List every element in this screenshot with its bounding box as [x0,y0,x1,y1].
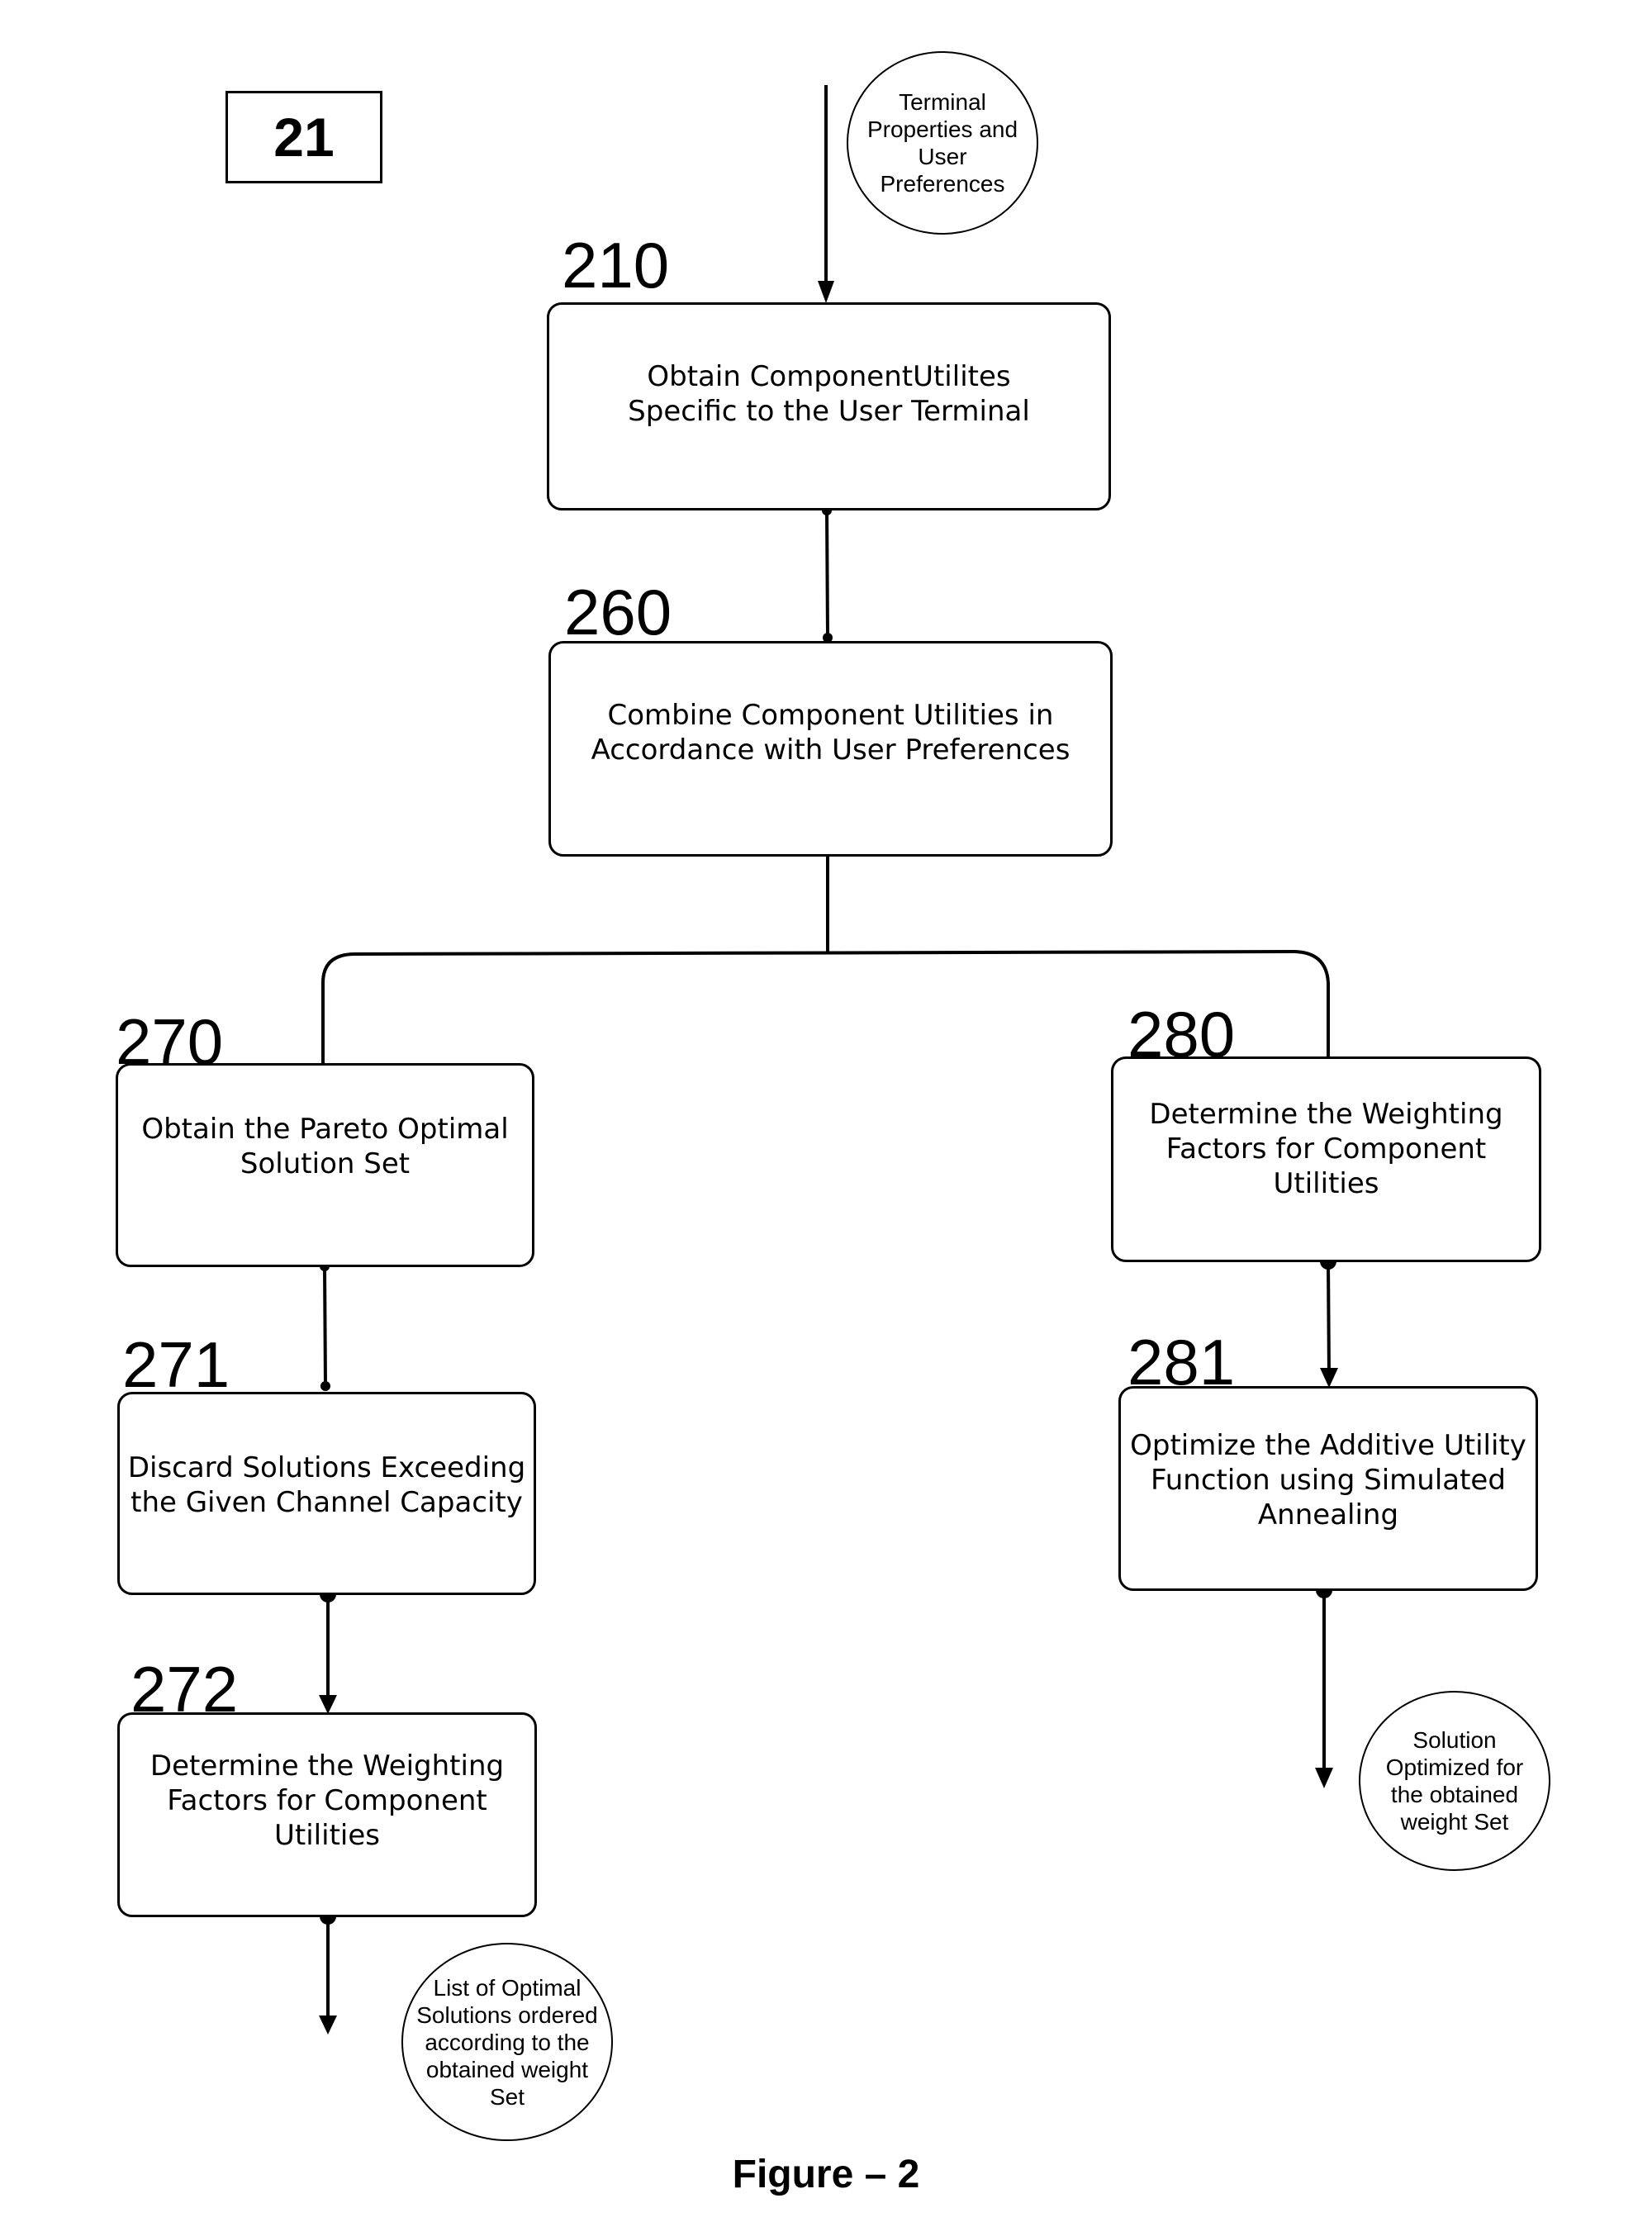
step-box-272: Determine the Weighting Factors for Comp… [117,1712,537,1917]
output-right-optimized-solution: Solution Optimized for the obtained weig… [1359,1691,1550,1871]
step-number-271: 271 [122,1328,230,1401]
arrowhead-280-to-281 [1320,1368,1338,1388]
step-text-280: Determine the Weighting Factors for Comp… [1149,1098,1503,1200]
step-text-272: Determine the Weighting Factors for Comp… [150,1749,505,1852]
arrowhead-281-to-output [1315,1768,1333,1788]
output-left-text: List of Optimal Solutions ordered accord… [416,1974,598,2110]
input-terminal-properties: Terminal Properties and User Preferences [847,51,1038,235]
step-box-260: Combine Component Utilities in Accordanc… [548,641,1113,857]
arrowhead-input-to-210 [818,281,834,303]
step-text-281: Optimize the Additive Utility Function u… [1130,1429,1526,1531]
step-text-210: Obtain ComponentUtilites Specific to the… [628,360,1030,428]
figure-id-label: 21 [225,91,382,183]
input-terminal-properties-text: Terminal Properties and User Preferences [866,89,1018,197]
step-number-210: 210 [562,229,670,301]
step-box-270: Obtain the Pareto Optimal Solution Set [116,1063,534,1267]
arrow-210-to-260 [825,510,829,637]
step-number-260: 260 [564,576,672,648]
step-number-281: 281 [1127,1326,1236,1398]
figure-caption: Figure – 2 [732,2153,920,2196]
junction-dot-271 [320,1381,330,1391]
arrowhead-272-to-output [319,2015,337,2034]
arrow-280-to-281 [1327,1261,1331,1376]
output-right-text: Solution Optimized for the obtained weig… [1385,1727,1524,1835]
step-text-271: Discard Solutions Exceeding the Given Ch… [127,1451,526,1519]
output-left-optimal-list: List of Optimal Solutions ordered accord… [401,1943,613,2141]
step-text-260: Combine Component Utilities in Accordanc… [591,698,1070,767]
flowchart: 21 Terminal Properties and User Preferen… [0,0,1652,2222]
step-box-281: Optimize the Additive Utility Function u… [1118,1386,1538,1591]
step-text-270: Obtain the Pareto Optimal Solution Set [141,1113,509,1180]
arrowhead-271-to-272 [319,1695,337,1714]
step-box-280: Determine the Weighting Factors for Comp… [1111,1056,1541,1262]
step-box-210: Obtain ComponentUtilites Specific to the… [547,302,1111,510]
step-box-271: Discard Solutions Exceeding the Given Ch… [117,1392,536,1595]
